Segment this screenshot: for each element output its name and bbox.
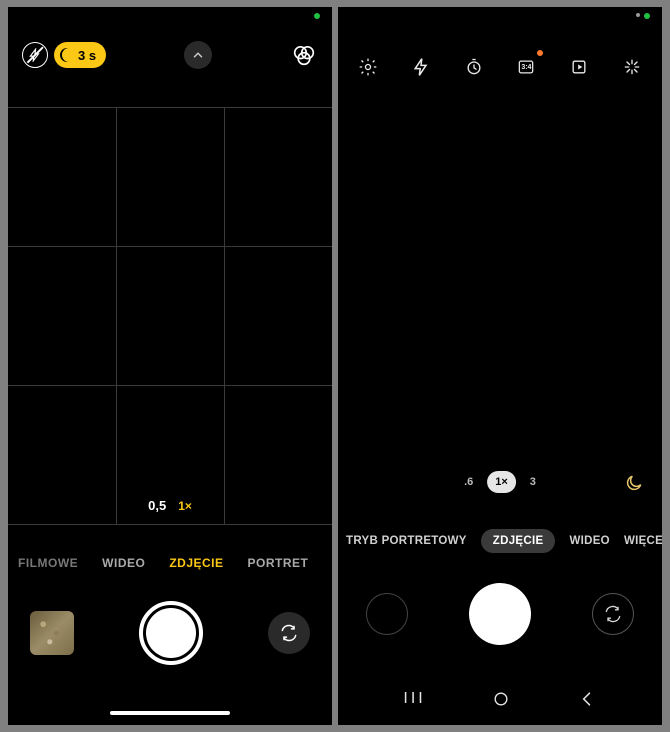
mode-selector[interactable]: TRYB PORTRETOWY ZDJĘCIE WIDEO WIĘCEJ — [338, 529, 662, 553]
shutter-button[interactable] — [139, 601, 203, 665]
nav-home-button[interactable] — [491, 689, 511, 709]
mode-item[interactable]: TRYB PORTRETOWY — [346, 535, 467, 547]
switch-camera-button[interactable] — [268, 612, 310, 654]
left-phone-camera: 3 s 0,5 1× FIL — [8, 7, 332, 725]
motion-photo-button[interactable] — [565, 53, 593, 81]
mode-item[interactable]: WIDEO — [102, 556, 145, 570]
flash-toggle[interactable] — [22, 42, 48, 68]
effects-button[interactable] — [618, 53, 646, 81]
mode-item[interactable]: WIDEO — [569, 535, 609, 547]
flash-button[interactable] — [407, 53, 435, 81]
capture-bar — [8, 601, 332, 665]
zoom-tele-label[interactable]: 3 — [530, 476, 536, 488]
zoom-indicator[interactable]: .6 1× 3 — [464, 471, 536, 493]
home-indicator[interactable] — [110, 711, 230, 715]
mode-item-active[interactable]: ZDJĘCIE — [169, 556, 223, 570]
night-mode-icon[interactable] — [624, 473, 644, 493]
zoom-active-label[interactable]: 1× — [178, 499, 192, 513]
aspect-ratio-button[interactable]: 3:4 — [512, 53, 540, 81]
ratio-label: 3:4 — [521, 64, 531, 71]
gallery-thumbnail[interactable] — [366, 593, 408, 635]
zoom-indicator[interactable]: 0,5 1× — [148, 498, 192, 513]
top-toolbar: 3 s — [8, 41, 332, 69]
night-icon — [60, 48, 74, 62]
right-phone-camera: 3:4 .6 1× 3 TRYB PORTRETOWY ZDJĘCIE WIDE… — [338, 7, 662, 725]
expand-controls-button[interactable] — [184, 41, 212, 69]
top-toolbar: 3:4 — [338, 53, 662, 81]
nav-back-button[interactable] — [577, 689, 597, 709]
android-nav-bar: III — [338, 689, 662, 709]
timer-label: 3 s — [78, 48, 96, 63]
mode-item[interactable]: WIĘCEJ — [624, 535, 662, 547]
mode-item[interactable]: FILMOWE — [18, 556, 78, 570]
timer-button[interactable] — [460, 53, 488, 81]
gallery-thumbnail[interactable] — [30, 611, 74, 655]
notification-badge — [537, 50, 543, 56]
mode-selector[interactable]: FILMOWE WIDEO ZDJĘCIE PORTRET PANORAM — [8, 556, 332, 570]
zoom-active-pill[interactable]: 1× — [487, 471, 516, 493]
zoom-wide-label[interactable]: .6 — [464, 476, 473, 488]
comparison-stage: 3 s 0,5 1× FIL — [8, 7, 662, 725]
nav-recents-button[interactable]: III — [403, 690, 425, 708]
self-timer-button[interactable]: 3 s — [54, 42, 106, 68]
settings-button[interactable] — [354, 53, 382, 81]
composition-grid — [8, 107, 332, 525]
capture-bar — [338, 583, 662, 645]
switch-camera-button[interactable] — [592, 593, 634, 635]
shutter-button[interactable] — [469, 583, 531, 645]
zoom-wide-label[interactable]: 0,5 — [148, 498, 166, 513]
filters-button[interactable] — [290, 41, 318, 69]
mode-item-active[interactable]: ZDJĘCIE — [481, 529, 556, 553]
status-camera-indicator — [644, 13, 650, 19]
mode-item[interactable]: PORTRET — [248, 556, 309, 570]
status-camera-indicator — [314, 13, 320, 19]
